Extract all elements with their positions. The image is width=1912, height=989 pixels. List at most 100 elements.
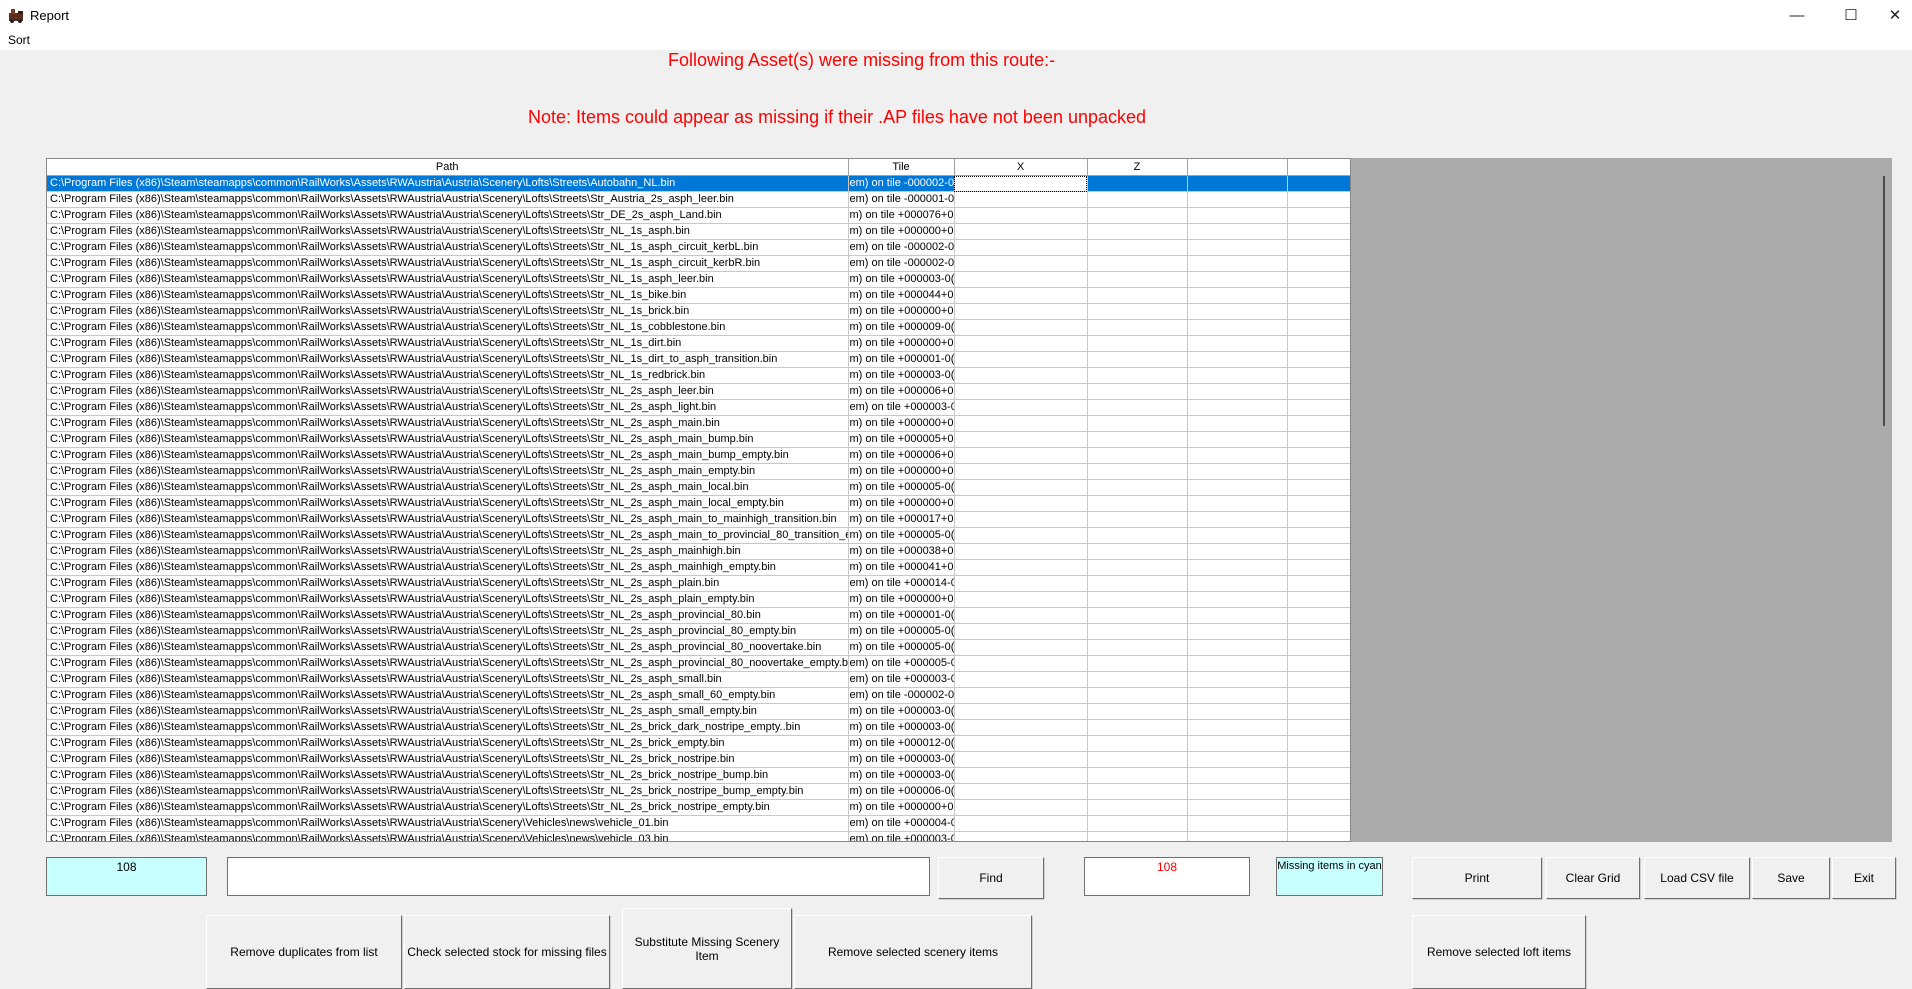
cell-tile[interactable]: m) on tile +000012-0( <box>848 735 955 752</box>
cell-path[interactable]: C:\Program Files (x86)\Steam\steamapps\c… <box>47 287 849 304</box>
cell-extra-1[interactable] <box>1187 655 1288 672</box>
load-csv-button[interactable]: Load CSV file <box>1644 857 1750 899</box>
cell-z[interactable] <box>1087 687 1188 704</box>
cell-z[interactable] <box>1087 463 1188 480</box>
cell-extra-1[interactable] <box>1187 815 1288 832</box>
cell-extra-2[interactable] <box>1287 623 1350 640</box>
cell-x[interactable] <box>954 351 1088 368</box>
cell-path[interactable]: C:\Program Files (x86)\Steam\steamapps\c… <box>47 639 849 656</box>
cell-z[interactable] <box>1087 303 1188 320</box>
table-row[interactable]: C:\Program Files (x86)\Steam\steamapps\c… <box>47 447 1350 464</box>
cell-z[interactable] <box>1087 399 1188 416</box>
cell-extra-2[interactable] <box>1287 415 1350 432</box>
cell-tile[interactable]: m) on tile +000000+0( <box>848 799 955 816</box>
vertical-scrollbar[interactable] <box>1883 176 1885 426</box>
cell-extra-1[interactable] <box>1187 335 1288 352</box>
cell-z[interactable] <box>1087 639 1188 656</box>
cell-path[interactable]: C:\Program Files (x86)\Steam\steamapps\c… <box>47 815 849 832</box>
cell-tile[interactable]: em) on tile -000002-00 <box>848 239 955 256</box>
cell-extra-2[interactable] <box>1287 527 1350 544</box>
cell-extra-1[interactable] <box>1187 383 1288 400</box>
cell-tile[interactable]: m) on tile +000000+0( <box>848 495 955 512</box>
cell-extra-2[interactable] <box>1287 655 1350 672</box>
cell-x[interactable] <box>954 639 1088 656</box>
cell-extra-1[interactable] <box>1187 223 1288 240</box>
cell-extra-1[interactable] <box>1187 559 1288 576</box>
cell-x[interactable] <box>954 783 1088 800</box>
cell-path[interactable]: C:\Program Files (x86)\Steam\steamapps\c… <box>47 463 849 480</box>
cell-x[interactable] <box>954 495 1088 512</box>
cell-z[interactable] <box>1087 559 1188 576</box>
cell-path[interactable]: C:\Program Files (x86)\Steam\steamapps\c… <box>47 735 849 752</box>
cell-x[interactable] <box>954 287 1088 304</box>
cell-z[interactable] <box>1087 223 1188 240</box>
cell-extra-2[interactable] <box>1287 607 1350 624</box>
cell-z[interactable] <box>1087 415 1188 432</box>
cell-extra-1[interactable] <box>1187 767 1288 784</box>
cell-x[interactable] <box>954 479 1088 496</box>
cell-extra-1[interactable] <box>1187 799 1288 816</box>
table-row[interactable]: C:\Program Files (x86)\Steam\steamapps\c… <box>47 511 1350 528</box>
cell-tile[interactable]: em) on tile -000002-00 <box>848 255 955 272</box>
cell-extra-1[interactable] <box>1187 255 1288 272</box>
cell-extra-2[interactable] <box>1287 799 1350 816</box>
cell-x[interactable] <box>954 431 1088 448</box>
cell-extra-2[interactable] <box>1287 543 1350 560</box>
print-button[interactable]: Print <box>1412 857 1542 899</box>
cell-x[interactable] <box>954 543 1088 560</box>
cell-tile[interactable]: em) on tile -000001-00 <box>848 191 955 208</box>
cell-extra-1[interactable] <box>1187 303 1288 320</box>
cell-extra-2[interactable] <box>1287 591 1350 608</box>
cell-z[interactable] <box>1087 831 1188 841</box>
cell-tile[interactable]: m) on tile +000003-0( <box>848 719 955 736</box>
cell-path[interactable]: C:\Program Files (x86)\Steam\steamapps\c… <box>47 239 849 256</box>
cell-tile[interactable]: m) on tile +000001-0( <box>848 607 955 624</box>
remove-scenery-button[interactable]: Remove selected scenery items <box>794 915 1032 989</box>
cell-extra-2[interactable] <box>1287 735 1350 752</box>
cell-x[interactable] <box>954 687 1088 704</box>
cell-extra-2[interactable] <box>1287 239 1350 256</box>
cell-extra-2[interactable] <box>1287 767 1350 784</box>
cell-path[interactable]: C:\Program Files (x86)\Steam\steamapps\c… <box>47 719 849 736</box>
cell-z[interactable] <box>1087 735 1188 752</box>
cell-z[interactable] <box>1087 815 1188 832</box>
table-row[interactable]: C:\Program Files (x86)\Steam\steamapps\c… <box>47 543 1350 560</box>
clear-grid-button[interactable]: Clear Grid <box>1546 857 1640 899</box>
cell-extra-1[interactable] <box>1187 575 1288 592</box>
table-row[interactable]: C:\Program Files (x86)\Steam\steamapps\c… <box>47 239 1350 256</box>
cell-path[interactable]: C:\Program Files (x86)\Steam\steamapps\c… <box>47 831 849 841</box>
cell-z[interactable] <box>1087 383 1188 400</box>
table-row[interactable]: C:\Program Files (x86)\Steam\steamapps\c… <box>47 607 1350 624</box>
cell-extra-1[interactable] <box>1187 527 1288 544</box>
cell-extra-1[interactable] <box>1187 831 1288 841</box>
cell-z[interactable] <box>1087 351 1188 368</box>
remove-loft-button[interactable]: Remove selected loft items <box>1412 915 1586 989</box>
cell-z[interactable] <box>1087 527 1188 544</box>
substitute-scenery-button[interactable]: Substitute Missing Scenery Item <box>622 908 792 989</box>
cell-path[interactable]: C:\Program Files (x86)\Steam\steamapps\c… <box>47 783 849 800</box>
cell-extra-2[interactable] <box>1287 287 1350 304</box>
cell-path[interactable]: C:\Program Files (x86)\Steam\steamapps\c… <box>47 415 849 432</box>
cell-tile[interactable]: m) on tile +000005-0( <box>848 479 955 496</box>
column-header-x[interactable]: X <box>954 159 1088 176</box>
cell-extra-1[interactable] <box>1187 703 1288 720</box>
cell-path[interactable]: C:\Program Files (x86)\Steam\steamapps\c… <box>47 175 849 192</box>
cell-z[interactable] <box>1087 239 1188 256</box>
cell-x[interactable] <box>954 511 1088 528</box>
cell-path[interactable]: C:\Program Files (x86)\Steam\steamapps\c… <box>47 399 849 416</box>
cell-x[interactable] <box>954 335 1088 352</box>
table-row[interactable]: C:\Program Files (x86)\Steam\steamapps\c… <box>47 175 1350 192</box>
cell-z[interactable] <box>1087 175 1188 192</box>
cell-path[interactable]: C:\Program Files (x86)\Steam\steamapps\c… <box>47 495 849 512</box>
table-row[interactable]: C:\Program Files (x86)\Steam\steamapps\c… <box>47 479 1350 496</box>
cell-tile[interactable]: em) on tile +000014-0( <box>848 575 955 592</box>
cell-x[interactable] <box>954 207 1088 224</box>
cell-extra-1[interactable] <box>1187 351 1288 368</box>
table-row[interactable]: C:\Program Files (x86)\Steam\steamapps\c… <box>47 351 1350 368</box>
cell-tile[interactable]: m) on tile +000003-0( <box>848 367 955 384</box>
table-row[interactable]: C:\Program Files (x86)\Steam\steamapps\c… <box>47 383 1350 400</box>
cell-extra-2[interactable] <box>1287 191 1350 208</box>
table-row[interactable]: C:\Program Files (x86)\Steam\steamapps\c… <box>47 687 1350 704</box>
cell-tile[interactable]: m) on tile +000044+0( <box>848 287 955 304</box>
cell-tile[interactable]: m) on tile +000009-0( <box>848 319 955 336</box>
